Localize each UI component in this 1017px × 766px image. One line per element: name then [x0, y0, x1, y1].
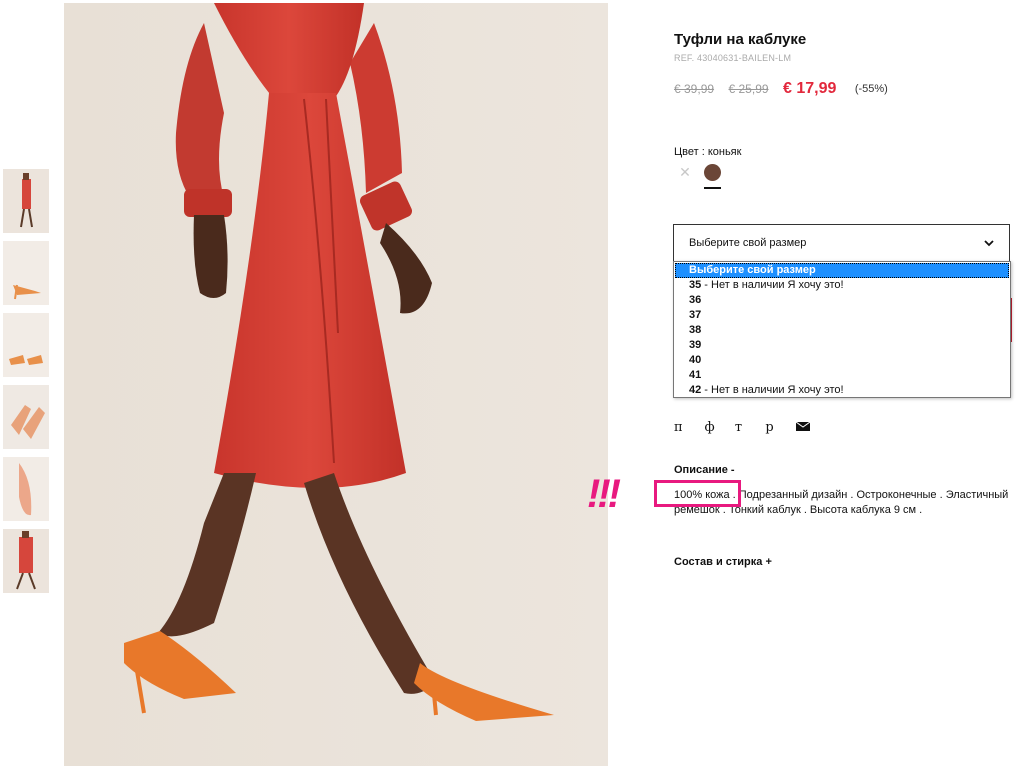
product-main-image[interactable]	[64, 3, 608, 766]
size-option[interactable]: 42 - Нет в наличии Я хочу это!	[675, 383, 1009, 398]
size-select[interactable]: Выберите свой размер	[673, 224, 1010, 262]
annotation-exclamation: !!!	[587, 472, 621, 516]
size-dropdown-list: Выберите свой размер 35 - Нет в наличии …	[673, 261, 1011, 398]
social-share-row: п ф т р	[674, 418, 811, 436]
size-option[interactable]: 36	[675, 293, 1009, 308]
current-price: € 17,99	[783, 80, 837, 97]
description-toggle[interactable]: Описание -	[674, 464, 735, 476]
composition-toggle[interactable]: Состав и стирка +	[674, 556, 772, 568]
size-option[interactable]: 41	[675, 368, 1009, 383]
selected-swatch-indicator	[704, 187, 721, 189]
size-option[interactable]: Выберите свой размер	[675, 263, 1009, 278]
share-pinterest-icon[interactable]: п	[674, 420, 700, 435]
thumbnail-4[interactable]	[3, 385, 49, 449]
previous-price: € 25,99	[728, 82, 769, 96]
annotation-box	[654, 480, 741, 507]
thumbnail-1[interactable]	[3, 169, 49, 233]
thumbnail-3[interactable]	[3, 313, 49, 377]
share-r-icon[interactable]: р	[765, 420, 791, 435]
share-twitter-icon[interactable]: т	[735, 420, 761, 435]
close-icon[interactable]: ✕	[678, 165, 692, 179]
thumbnail-5[interactable]	[3, 457, 49, 521]
share-facebook-icon[interactable]: ф	[704, 420, 730, 435]
mail-icon[interactable]	[795, 421, 811, 432]
size-option[interactable]: 35 - Нет в наличии Я хочу это!	[675, 278, 1009, 293]
original-price: € 39,99	[674, 82, 715, 96]
size-option[interactable]: 38	[675, 323, 1009, 338]
price-row: € 39,99 € 25,99 € 17,99 (-55%)	[674, 80, 888, 100]
thumbnail-2[interactable]	[3, 241, 49, 305]
color-swatch-cognac[interactable]	[704, 164, 721, 181]
product-reference: REF. 43040631-BAILEN-LM	[674, 53, 792, 63]
thumbnail-6[interactable]	[3, 529, 49, 593]
size-option[interactable]: 37	[675, 308, 1009, 323]
color-label: Цвет : коньяк	[674, 146, 742, 158]
product-title: Туфли на каблуке	[674, 31, 807, 48]
discount-label: (-55%)	[854, 83, 888, 95]
size-option[interactable]: 39	[675, 338, 1009, 353]
size-option[interactable]: 40	[675, 353, 1009, 368]
size-select-value: Выберите свой размер	[689, 237, 807, 249]
chevron-down-icon	[984, 240, 994, 247]
